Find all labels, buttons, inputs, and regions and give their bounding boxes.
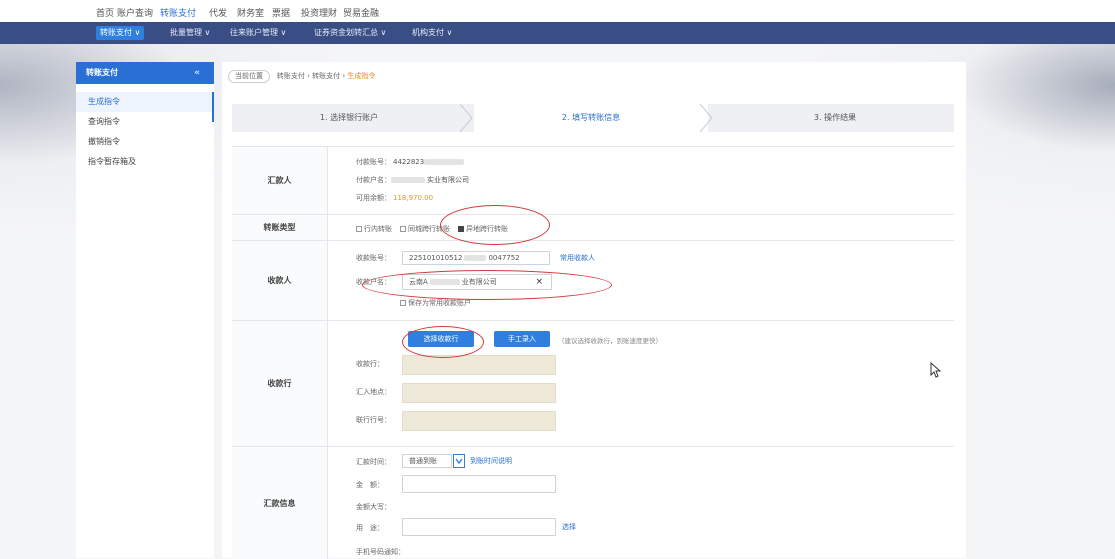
payee-bank-label: 收款行	[232, 321, 328, 446]
step-2: 2. 填写转账信息	[474, 104, 708, 132]
breadcrumb-path: 转账支付 › 转账支付 › 生成指令	[276, 72, 376, 80]
arrival-time-link[interactable]: 到账时间说明	[470, 456, 512, 466]
save-payee-checkbox[interactable]: 保存为常用收款账户	[400, 298, 479, 308]
sidebar: 转账支付 « 生成指令 查询指令 撤销指令 指令暂存箱及	[76, 62, 214, 558]
save-payee-label: 保存为常用收款账户	[408, 299, 471, 307]
menu-item[interactable]: 批量管理 ∨	[166, 26, 214, 40]
menu-item[interactable]: 转账支付 ∨	[96, 26, 145, 40]
amount-input[interactable]	[402, 475, 556, 493]
sidebar-item[interactable]: 生成指令	[76, 92, 214, 122]
transfer-type-radio[interactable]: 行内转账	[356, 225, 392, 233]
bank-code-input	[402, 411, 556, 431]
manual-entry-button[interactable]: 手工录入	[494, 331, 550, 347]
payee-name-input[interactable]: 云南A 业有限公司 ×	[402, 274, 552, 290]
payee-account-key: 收款账号：	[356, 254, 391, 262]
sidebar-item[interactable]: 查询指令	[76, 112, 214, 132]
sms-notify-key: 手机号码通知：	[356, 548, 405, 556]
transfer-type-radio[interactable]: 异地跨行转账	[458, 225, 508, 233]
sidebar-title: 转账支付	[86, 68, 118, 77]
step-chevron-2	[699, 104, 713, 132]
remit-time-key: 汇款时间：	[356, 458, 391, 466]
bank-location-input	[402, 383, 556, 403]
sidebar-item[interactable]: 指令暂存箱及	[76, 152, 214, 172]
payee-label: 收款人	[232, 241, 328, 320]
top-nav-item[interactable]: 财务室	[237, 6, 264, 19]
top-nav-item[interactable]: 投资理财	[301, 6, 337, 19]
mouse-cursor-icon	[930, 362, 942, 378]
menu-item[interactable]: 机构支付 ∨	[408, 26, 456, 40]
usage-key: 用 途：	[356, 524, 384, 532]
top-nav-item[interactable]: 账户查询	[117, 6, 153, 19]
transfer-type-radio[interactable]: 同城跨行转账	[400, 225, 450, 233]
bank-field-label-3: 联行行号：	[356, 416, 391, 424]
bank-hint: （建议选择收款行，到账速度更快）	[558, 337, 662, 345]
top-nav-item[interactable]: 代发	[209, 6, 227, 19]
payee-name-key: 收款户名：	[356, 278, 391, 286]
sidebar-header: 转账支付 «	[76, 62, 214, 84]
payee-account-input[interactable]: 225101010512 0047752	[402, 251, 550, 265]
payer-name: 付款户名： 实业有限公司	[356, 176, 469, 184]
payer-balance: 可用余额： 118,970.00	[356, 194, 434, 202]
step-indicator: 1. 选择银行账户 2. 填写转账信息 3. 操作结果	[232, 104, 954, 132]
frequent-payee-link[interactable]: 常用收款人	[560, 253, 595, 263]
bank-field-label-2: 汇入地点：	[356, 388, 391, 396]
transfer-type-options: 行内转账 同城跨行转账 异地跨行转账	[356, 224, 516, 234]
step-1: 1. 选择银行账户	[319, 113, 379, 122]
top-nav-item[interactable]: 转账支付	[160, 6, 196, 19]
breadcrumb-current: 生成指令	[347, 72, 376, 80]
remit-time-select[interactable]: 普通到账	[402, 454, 452, 468]
collapse-icon[interactable]: «	[194, 62, 200, 84]
remit-info-row: 汇款信息 汇款时间： 普通到账 到账时间说明 金 额： 金额大写： 用 途： 选…	[232, 447, 954, 559]
sidebar-item[interactable]: 撤销指令	[76, 132, 214, 152]
usage-input[interactable]	[402, 518, 556, 536]
menu-item[interactable]: 证券资金划转汇总 ∨	[310, 26, 390, 40]
payer-row: 汇款人 付款账号： 4422823 付款户名： 实业有限公司 可用余额： 118,97…	[232, 147, 954, 215]
payer-label: 汇款人	[232, 147, 328, 214]
amount-key: 金 额：	[356, 481, 384, 489]
bank-field-label-1: 收款行：	[356, 360, 384, 368]
payer-account: 付款账号： 4422823	[356, 157, 465, 167]
chevron-down-icon[interactable]	[453, 454, 465, 468]
select-bank-button[interactable]: 选择收款行	[408, 331, 474, 347]
remit-info-label: 汇款信息	[232, 447, 328, 559]
transfer-type-label: 转账类型	[232, 215, 328, 240]
top-navigation: 首页 账户查询 转账支付 代发 财务室 票据 投资理财 贸易金融	[0, 0, 1115, 22]
main-panel: 当前位置 转账支付 › 转账支付 › 生成指令 1. 选择银行账户 2. 填写转…	[222, 62, 966, 559]
top-nav-item[interactable]: 首页	[96, 6, 114, 19]
step-3: 3. 操作结果	[813, 113, 857, 122]
menu-bar: 转账支付 ∨ 批量管理 ∨ 往来账户管理 ∨ 证券资金划转汇总 ∨ 机构支付 ∨	[0, 22, 1115, 44]
payee-bank-row: 收款行 选择收款行 手工录入 （建议选择收款行，到账速度更快） 收款行： 汇入地…	[232, 321, 954, 447]
breadcrumb: 当前位置 转账支付 › 转账支付 › 生成指令	[228, 70, 375, 84]
menu-item[interactable]: 往来账户管理 ∨	[226, 26, 290, 40]
usage-select-link[interactable]: 选择	[562, 522, 576, 532]
transfer-type-row: 转账类型 行内转账 同城跨行转账 异地跨行转账	[232, 215, 954, 241]
bank-name-input	[402, 355, 556, 375]
clear-icon[interactable]: ×	[535, 275, 543, 289]
top-nav-item[interactable]: 贸易金融	[343, 6, 379, 19]
transfer-form: 汇款人 付款账号： 4422823 付款户名： 实业有限公司 可用余额： 118,97…	[232, 146, 954, 559]
amount-upper-key: 金额大写：	[356, 503, 391, 511]
breadcrumb-location: 当前位置	[228, 70, 270, 83]
top-nav-item[interactable]: 票据	[272, 6, 290, 19]
payee-row: 收款人 收款账号： 225101010512 0047752 常用收款人 收款户名…	[232, 241, 954, 321]
